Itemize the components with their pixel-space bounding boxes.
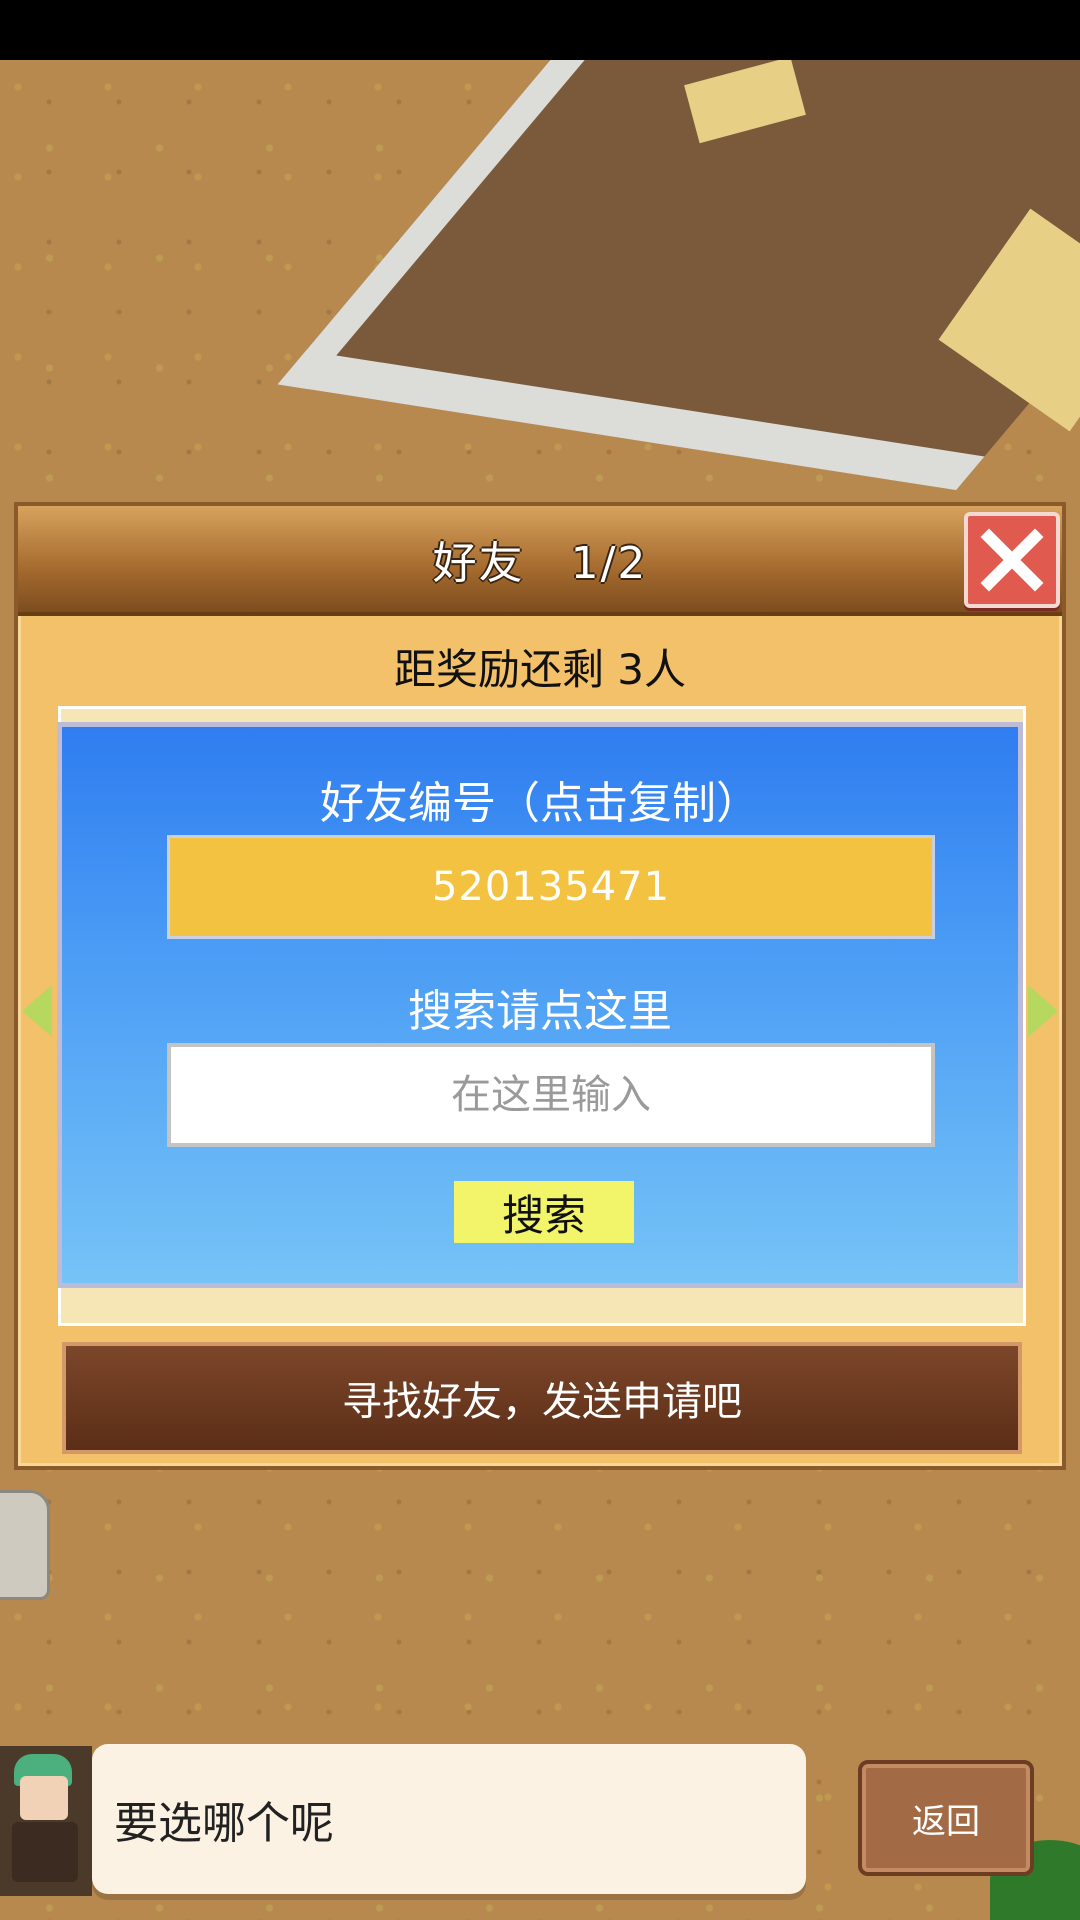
reward-remaining-text: 距奖励还剩 3人	[393, 645, 687, 694]
panel-header: 好友 1/2	[18, 506, 1062, 616]
speech-bubble: 要选哪个呢	[92, 1744, 806, 1894]
friend-code-box[interactable]: 520135471	[167, 835, 935, 939]
status-bar	[0, 0, 1080, 60]
close-icon	[980, 528, 1044, 592]
search-input[interactable]	[167, 1043, 935, 1147]
avatar-face	[20, 1776, 68, 1820]
dirt-plot	[277, 60, 1080, 491]
arrow-right-icon[interactable]	[1028, 985, 1058, 1037]
close-button[interactable]	[964, 512, 1060, 608]
stone-tower	[0, 1490, 50, 1600]
avatar-body	[12, 1822, 78, 1882]
avatar	[0, 1746, 92, 1896]
friend-code-label: 好友编号（点击复制）	[320, 778, 760, 829]
return-button[interactable]: 返回	[858, 1760, 1034, 1876]
search-label: 搜索请点这里	[408, 986, 672, 1037]
find-friends-button[interactable]: 寻找好友，发送申请吧	[62, 1342, 1022, 1454]
friend-search-dialog: 好友编号（点击复制） 520135471 搜索请点这里 搜索	[57, 722, 1023, 1288]
arrow-left-icon[interactable]	[22, 985, 52, 1037]
prompt-text: 要选哪个呢	[114, 1798, 334, 1849]
panel-title: 好友 1/2	[432, 538, 648, 589]
search-button[interactable]: 搜索	[454, 1181, 634, 1243]
